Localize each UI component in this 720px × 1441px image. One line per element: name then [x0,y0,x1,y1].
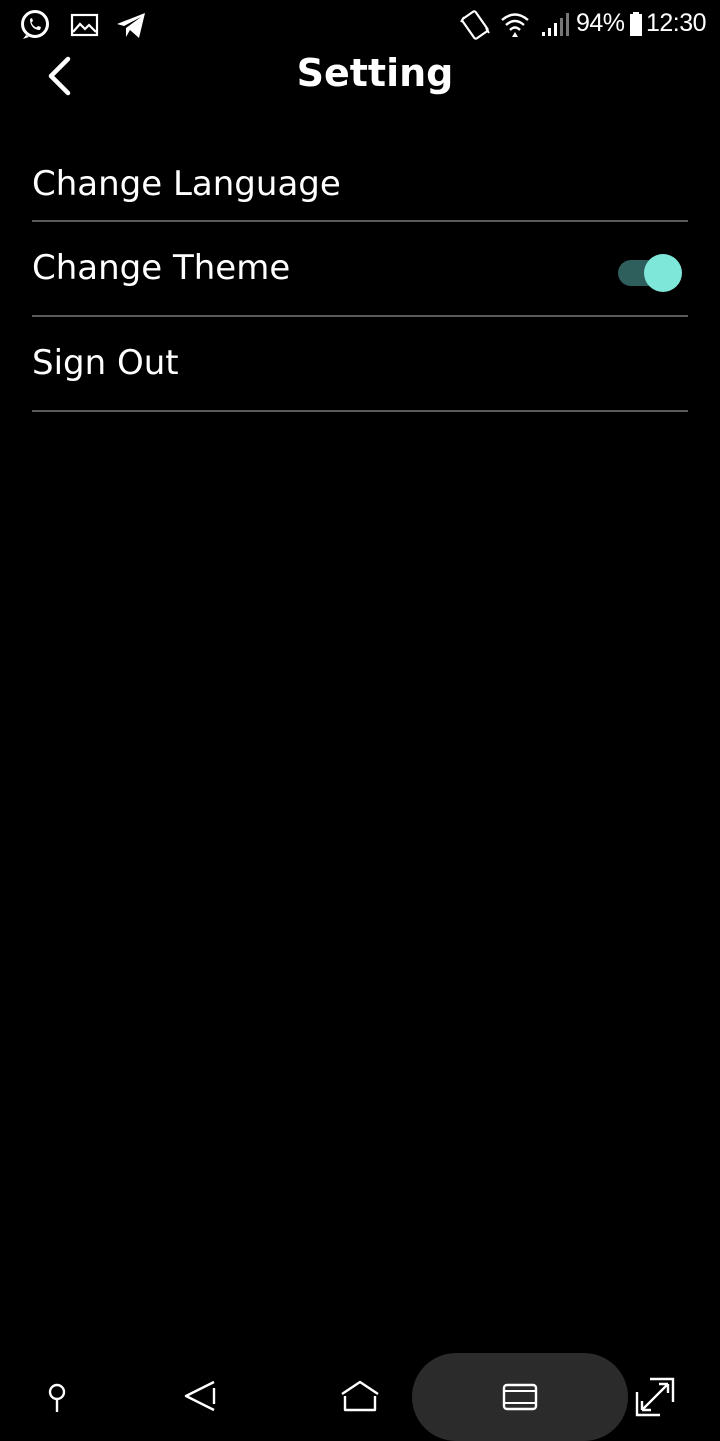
home-button[interactable] [335,1372,385,1422]
battery-percentage: 94% [576,9,625,37]
pin-icon [48,1383,66,1412]
gallery-icon [68,8,102,42]
wifi-icon [498,8,532,42]
vibrate-icon [458,8,492,42]
app-header: Setting [0,48,720,104]
pin-button[interactable] [32,1372,82,1422]
signal-icon [538,8,572,42]
toggle-thumb [644,254,682,292]
status-time: 12:30 [646,9,707,37]
theme-toggle[interactable] [618,252,682,292]
back-triangle-icon [184,1380,216,1412]
settings-item-change-theme[interactable]: Change Theme [32,222,688,317]
battery-icon [630,12,642,36]
settings-item-change-language[interactable]: Change Language [32,140,688,222]
page-title: Setting [296,51,454,95]
status-bar: 94% 12:30 [0,0,720,48]
settings-item-label: Change Theme [32,248,291,288]
home-icon [341,1380,379,1412]
expand-icon [635,1377,675,1417]
recents-button[interactable] [412,1353,628,1441]
settings-item-label: Sign Out [32,343,179,383]
telegram-icon [114,8,148,42]
back-nav-button[interactable] [176,1372,226,1422]
settings-item-label: Change Language [32,164,341,204]
recents-icon [502,1383,538,1411]
navigation-bar [0,1350,720,1441]
expand-button[interactable] [630,1372,680,1422]
whatsapp-icon [18,8,52,42]
settings-list: Change Language Change Theme Sign Out [32,140,688,412]
settings-item-sign-out[interactable]: Sign Out [32,317,688,412]
